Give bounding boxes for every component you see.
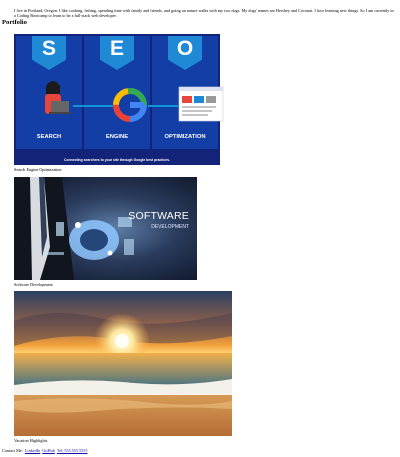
phone-link[interactable]: Tel: 555.555.5555	[57, 448, 88, 453]
caption-vacation: Vacation Highlights	[14, 438, 48, 443]
development-subtitle: DEVELOPMENT	[151, 224, 189, 230]
linkedin-link[interactable]: LinkedIn	[25, 448, 40, 453]
shield-o-icon: O	[168, 36, 202, 70]
browser-window-icon	[178, 86, 224, 122]
caption-seo: Search Engine Optimization	[14, 167, 62, 172]
vacation-sunset-image	[14, 291, 232, 436]
shield-e-icon: E	[100, 36, 134, 70]
google-g-icon	[113, 88, 147, 122]
caption-software: Software Development	[14, 282, 53, 287]
github-link[interactable]: GitHub	[42, 448, 55, 453]
shield-s-icon: S	[32, 36, 66, 70]
intro-paragraph: I live in Portland, Oregon. I like cooki…	[14, 8, 394, 19]
portfolio-heading: Portfolio	[2, 19, 27, 26]
seo-image: S SEARCH E ENGINE O OPTIMIZATION Connect…	[14, 34, 224, 165]
contact-label: Contact Me:	[2, 448, 23, 453]
seo-illustration	[45, 81, 224, 122]
person-laptop-icon	[45, 81, 71, 114]
software-title: SOFTWARE	[128, 210, 189, 222]
software-development-image: SOFTWARE DEVELOPMENT	[14, 177, 197, 280]
contact-line: Contact Me: LinkedIn GitHub Tel: 555.555…	[2, 448, 87, 453]
seo-footer-text: Connecting searchers to your site throug…	[64, 158, 170, 162]
